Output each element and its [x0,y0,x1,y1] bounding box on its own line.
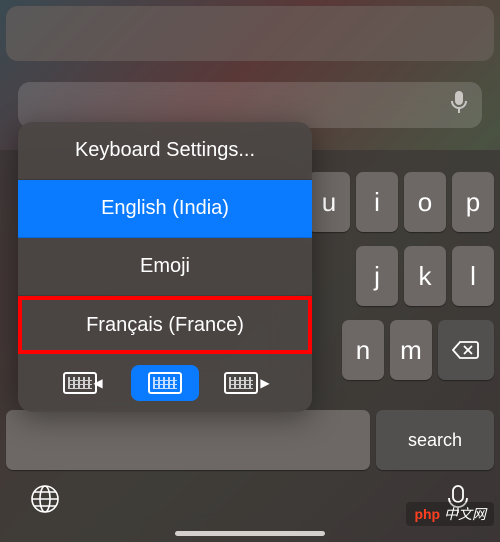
keyboard-full[interactable] [131,365,199,401]
keyboard-settings-item[interactable]: Keyboard Settings... [18,122,312,180]
key-l[interactable]: l [452,246,494,306]
key-o[interactable]: o [404,172,446,232]
lang-emoji[interactable]: Emoji [18,238,312,296]
globe-icon[interactable] [30,484,60,521]
keyboard-layout-switcher: ◀ ▶ [18,354,312,412]
keyboard-right-handed[interactable]: ▶ [213,365,281,401]
lang-english-india[interactable]: English (India) [18,180,312,238]
key-u[interactable]: u [308,172,350,232]
key-j[interactable]: j [356,246,398,306]
key-i[interactable]: i [356,172,398,232]
search-button[interactable]: search [376,410,494,470]
watermark: php 中文网 [406,502,494,526]
keyboard-icon [224,372,258,394]
key-m[interactable]: m [390,320,432,380]
lang-francais-france[interactable]: Français (France) [18,296,312,354]
home-indicator[interactable] [175,531,325,536]
key-k[interactable]: k [404,246,446,306]
spacebar[interactable] [6,410,370,470]
mic-icon[interactable] [450,90,468,120]
key-p[interactable]: p [452,172,494,232]
backspace-key[interactable] [438,320,494,380]
keyboard-left-handed[interactable]: ◀ [49,365,117,401]
keyboard-switcher-popup: Keyboard Settings... English (India) Emo… [18,122,312,412]
top-status-panel [6,6,494,61]
keyboard-icon [148,372,182,394]
keyboard-icon [63,372,97,394]
key-n[interactable]: n [342,320,384,380]
